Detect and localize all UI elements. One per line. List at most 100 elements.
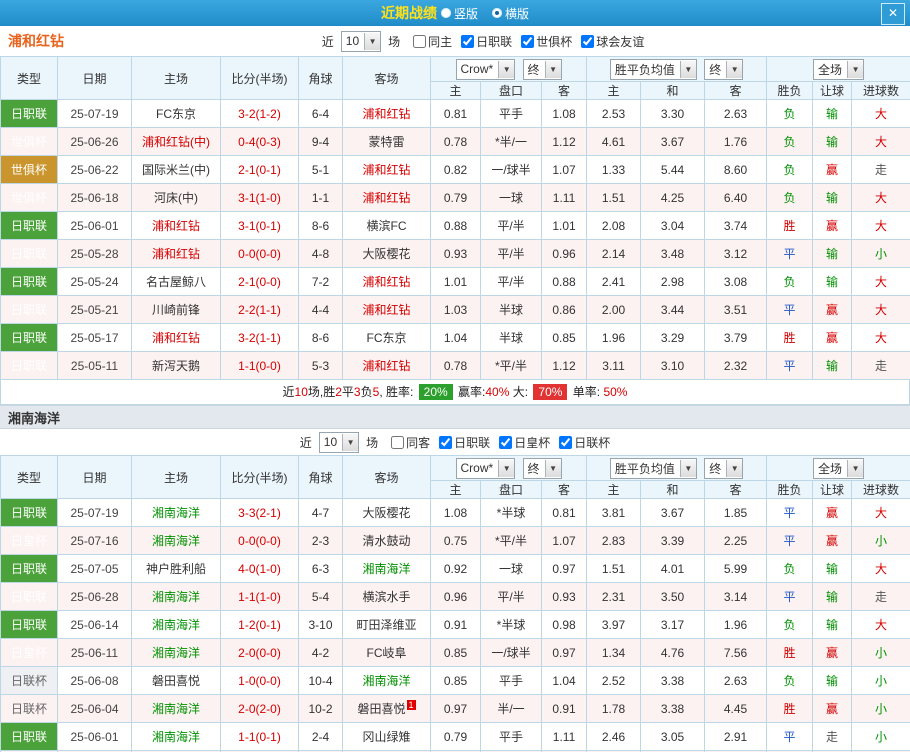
away-team-cell: 大阪樱花: [342, 498, 431, 527]
date-cell: 25-05-21: [57, 295, 132, 324]
asia-final-select[interactable]: 终 ▼: [522, 457, 562, 479]
europe-home-odds-cell: 1.51: [586, 183, 642, 212]
filter-checkbox[interactable]: 同客: [391, 434, 430, 451]
europe-away-odds-cell: 3.08: [704, 267, 768, 296]
filter-checkbox[interactable]: 球会友谊: [581, 33, 644, 50]
europe-draw-odds-cell: 4.01: [640, 554, 706, 583]
asia-home-odds-cell: 0.75: [430, 526, 481, 555]
close-icon[interactable]: ✕: [881, 3, 905, 25]
bookmaker-select[interactable]: Crow* ▼: [455, 58, 516, 80]
asia-home-odds-cell: 1.03: [430, 295, 481, 324]
europe-final-value: 终: [709, 62, 722, 77]
handicap-line-cell: 半/一: [480, 694, 542, 723]
europe-odds-select[interactable]: 胜平负均值 ▼: [609, 457, 697, 479]
score-cell: 2-0(2-0): [220, 694, 299, 723]
handicap-result-cell: 输: [812, 610, 853, 639]
corners-cell: 5-1: [298, 155, 343, 184]
scope-select[interactable]: 全场 ▼: [813, 58, 865, 80]
layout-radio-horizontal[interactable]: 横版: [492, 5, 529, 22]
away-team-cell: 浦和红钻: [342, 155, 431, 184]
recent-results-window: 近期战绩 竖版 横版 ✕ 浦和红钻 近 10 ▼ 场 同主 日职联 世俱杯 球会友谊: [0, 0, 910, 752]
away-team-cell: 湘南海洋: [342, 554, 431, 583]
radio-label-horizontal: 横版: [505, 6, 530, 21]
away-team-cell: 大阪樱花: [342, 239, 431, 268]
col-score: 比分(半场): [220, 56, 299, 100]
match-result-cell: 负: [766, 127, 814, 156]
col-away: 客场: [342, 56, 431, 100]
europe-away-odds-cell: 2.63: [704, 99, 768, 128]
match-count-select[interactable]: 10 ▼: [340, 30, 382, 52]
checkbox-input[interactable]: [559, 435, 573, 449]
filter-checkbox[interactable]: 日联杯: [559, 434, 610, 451]
asia-away-odds-cell: 0.86: [540, 295, 588, 324]
bookmaker-select[interactable]: Crow* ▼: [455, 457, 516, 479]
europe-odds-select[interactable]: 胜平负均值 ▼: [609, 58, 697, 80]
filter-checkbox-label: 日联杯: [574, 435, 611, 450]
summary-segment: 3: [353, 385, 361, 399]
summary-segment: 10: [294, 385, 308, 399]
match-row: 日职联 25-05-28 浦和红钻 0-0(0-0) 4-8 大阪樱花 0.93 平/半 0.9…: [0, 239, 910, 268]
match-row: 日职联 25-06-01 浦和红钻 3-1(0-1) 8-6 横滨FC 0.88 平/半 1.0…: [0, 211, 910, 240]
bookmaker-value: Crow*: [460, 461, 494, 475]
filter-checkbox[interactable]: 日皇杯: [499, 434, 550, 451]
europe-away-odds-cell: 3.14: [704, 582, 768, 611]
goals-result-cell: 大: [851, 323, 910, 352]
section-home-team-header: 浦和红钻 近 10 ▼ 场 同主 日职联 世俱杯 球会友谊: [0, 26, 910, 56]
league-cell: 日职联: [0, 323, 58, 352]
goals-result-cell: 小: [851, 526, 910, 555]
filter-checkbox[interactable]: 世俱杯: [521, 33, 572, 50]
filter-checkbox[interactable]: 日职联: [461, 33, 512, 50]
handicap-line-cell: *平/半: [480, 351, 542, 380]
europe-final-select[interactable]: 终 ▼: [704, 58, 744, 80]
filter-checkbox[interactable]: 日职联: [439, 434, 490, 451]
handicap-line-cell: 平手: [480, 666, 542, 695]
checkbox-input[interactable]: [581, 34, 595, 48]
checkbox-input[interactable]: [461, 34, 475, 48]
handicap-result-cell: 输: [812, 239, 853, 268]
summary-segment: 70%: [533, 384, 568, 400]
league-cell: 日皇杯: [0, 526, 58, 555]
titlebar: 近期战绩 竖版 横版 ✕: [0, 0, 910, 26]
europe-draw-odds-cell: 3.30: [640, 99, 706, 128]
score-cell: 2-1(0-0): [220, 267, 299, 296]
handicap-line-cell: 半球: [480, 323, 542, 352]
checkbox-input[interactable]: [413, 34, 427, 48]
col-corner: 角球: [298, 56, 343, 100]
sub-asia-line: 盘口: [480, 480, 542, 499]
asia-final-value: 终: [527, 461, 540, 476]
home-team-cell: 湘南海洋: [131, 582, 221, 611]
europe-away-odds-cell: 5.99: [704, 554, 768, 583]
match-row: 世俱杯 25-06-22 国际米兰(中) 2-1(0-1) 5-1 浦和红钻 0.82 一/球…: [0, 155, 910, 184]
asia-away-odds-cell: 0.96: [540, 239, 588, 268]
europe-away-odds-cell: 6.40: [704, 183, 768, 212]
league-cell: 日职联: [0, 267, 58, 296]
chevron-down-icon: ▼: [679, 459, 696, 477]
handicap-result-cell: 输: [812, 267, 853, 296]
checkbox-input[interactable]: [439, 435, 453, 449]
league-filter-checkboxes: 同主 日职联 世俱杯 球会友谊: [413, 33, 644, 50]
asia-away-odds-cell: 0.93: [540, 582, 588, 611]
filter-checkbox[interactable]: 同主: [413, 33, 452, 50]
layout-radio-vertical[interactable]: 竖版: [440, 5, 478, 22]
sub-asia-home: 主: [430, 81, 481, 100]
asia-home-odds-cell: 0.79: [430, 722, 481, 751]
summary-segment: 单率:: [569, 385, 604, 399]
handicap-result-cell: 赢: [812, 295, 853, 324]
europe-final-select[interactable]: 终 ▼: [704, 457, 744, 479]
scope-select[interactable]: 全场 ▼: [813, 457, 865, 479]
score-cell: 1-1(1-0): [220, 582, 299, 611]
date-cell: 25-06-04: [57, 694, 132, 723]
match-count-select[interactable]: 10 ▼: [318, 431, 360, 453]
match-result-cell: 胜: [766, 211, 814, 240]
asia-final-select[interactable]: 终 ▼: [522, 58, 562, 80]
europe-home-odds-cell: 2.31: [586, 582, 642, 611]
away-team-cell: 町田泽维亚: [342, 610, 431, 639]
home-team-cell: FC东京: [131, 99, 221, 128]
europe-draw-odds-cell: 2.98: [640, 267, 706, 296]
corners-cell: 2-4: [298, 722, 343, 751]
checkbox-input[interactable]: [391, 435, 405, 449]
league-cell: 日职联: [0, 295, 58, 324]
handicap-line-cell: 半球: [480, 295, 542, 324]
checkbox-input[interactable]: [521, 34, 535, 48]
checkbox-input[interactable]: [499, 435, 513, 449]
